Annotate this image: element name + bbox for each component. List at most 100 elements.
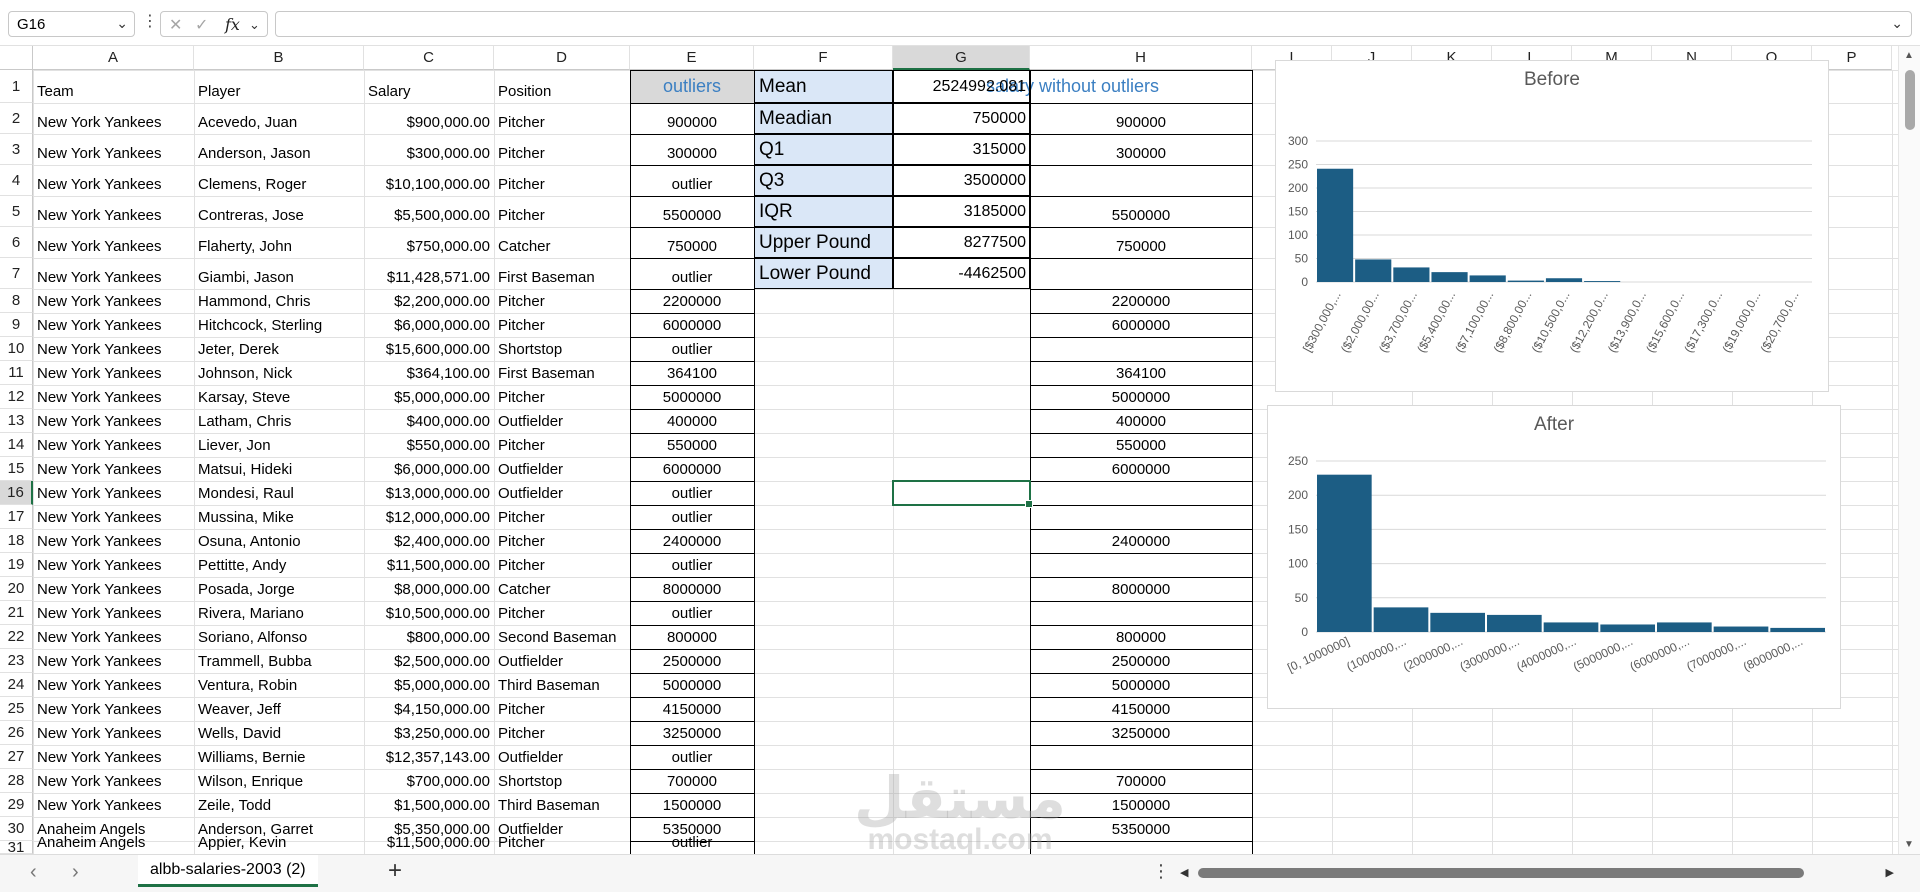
histogram-bar[interactable] — [1355, 259, 1392, 282]
row-header[interactable]: 27 — [0, 745, 33, 769]
histogram-bar[interactable] — [1317, 474, 1372, 632]
watermark: مستقل mostaql.com — [840, 769, 1080, 854]
selected-cell[interactable] — [892, 480, 1033, 508]
column-header-h[interactable]: H — [1030, 46, 1252, 70]
insert-function-icon[interactable]: fx — [225, 15, 240, 34]
cell-team: New York Yankees — [37, 238, 162, 255]
row-header[interactable]: 3 — [0, 134, 33, 165]
column-header-f[interactable]: F — [754, 46, 893, 70]
histogram-bar[interactable] — [1317, 168, 1354, 282]
histogram-bar[interactable] — [1600, 624, 1655, 632]
row-header[interactable]: 16 — [0, 481, 33, 505]
histogram-bar[interactable] — [1430, 612, 1485, 632]
row-header[interactable]: 19 — [0, 553, 33, 577]
histogram-bar[interactable] — [1543, 622, 1599, 632]
cell-team: New York Yankees — [37, 269, 162, 286]
cell-border — [630, 103, 755, 135]
column-header-b[interactable]: B — [194, 46, 364, 70]
row-header[interactable]: 12 — [0, 385, 33, 409]
row-header[interactable]: 29 — [0, 793, 33, 817]
row-header[interactable]: 24 — [0, 673, 33, 697]
histogram-bar[interactable] — [1713, 626, 1769, 632]
scroll-thumb[interactable] — [1905, 70, 1915, 130]
histogram-bar[interactable] — [1507, 280, 1544, 282]
add-sheet-icon[interactable]: + — [388, 857, 402, 885]
next-sheet-icon[interactable]: › — [72, 861, 79, 884]
expand-formula-icon[interactable]: ⌄ — [1891, 15, 1903, 32]
row-header[interactable]: 14 — [0, 433, 33, 457]
row-header[interactable]: 1 — [0, 70, 33, 103]
row-header[interactable]: 2 — [0, 103, 33, 134]
row-header[interactable]: 11 — [0, 361, 33, 385]
cell-player: Hitchcock, Sterling — [198, 317, 323, 334]
histogram-bar[interactable] — [1584, 281, 1621, 282]
row-header[interactable]: 23 — [0, 649, 33, 673]
cell-border — [1030, 70, 1253, 104]
row-header[interactable]: 6 — [0, 227, 33, 258]
scroll-up-icon[interactable]: ▲ — [1904, 50, 1914, 61]
row-header[interactable]: 8 — [0, 289, 33, 313]
cell-team: New York Yankees — [37, 317, 162, 334]
histogram-bar[interactable] — [1373, 607, 1429, 632]
scroll-thumb[interactable] — [1198, 868, 1804, 878]
scroll-left-icon[interactable]: ◀ — [1180, 866, 1188, 879]
scroll-right-icon[interactable]: ▶ — [1886, 866, 1894, 879]
name-box[interactable]: G16 ⌄ — [8, 11, 135, 37]
histogram-bar[interactable] — [1431, 272, 1468, 282]
sheet-tab[interactable]: albb-salaries-2003 (2) — [138, 855, 318, 887]
histogram-bar[interactable] — [1657, 622, 1712, 632]
histogram-before: 0 50 100 150 200 250 300 [$300,000,...($2,000,0… — [1288, 134, 1812, 355]
histogram-bar[interactable] — [1469, 275, 1506, 282]
cell-border — [1030, 577, 1253, 602]
chevron-down-icon[interactable]: ⌄ — [116, 15, 128, 32]
cell-player: Williams, Bernie — [198, 749, 306, 766]
row-header[interactable]: 25 — [0, 697, 33, 721]
row-header[interactable]: 31 — [0, 840, 33, 854]
histogram-bar[interactable] — [1770, 627, 1825, 632]
chevron-down-icon[interactable]: ⌄ — [249, 17, 260, 33]
vertical-scrollbar[interactable]: ▲ ▼ — [1898, 46, 1920, 854]
row-header[interactable]: 18 — [0, 529, 33, 553]
histogram-bar[interactable] — [1393, 267, 1430, 282]
row-header[interactable]: 28 — [0, 769, 33, 793]
more-options-icon[interactable]: ⋮ — [142, 12, 158, 32]
row-header[interactable]: 5 — [0, 196, 33, 227]
row-header[interactable]: 7 — [0, 258, 33, 289]
select-all-corner[interactable] — [0, 46, 33, 70]
column-header-g[interactable]: G — [893, 46, 1030, 70]
row-header[interactable]: 22 — [0, 625, 33, 649]
row-header[interactable]: 30 — [0, 817, 33, 841]
row-header[interactable]: 13 — [0, 409, 33, 433]
row-header[interactable]: 15 — [0, 457, 33, 481]
chart-after[interactable]: After 0 50 100 150 200 250 [0, 1000000] (100000… — [1267, 405, 1841, 709]
histogram-bar[interactable] — [1545, 278, 1583, 282]
horizontal-scrollbar[interactable]: ◀ ▶ — [1176, 865, 1896, 881]
cell-player: Pettitte, Andy — [198, 557, 287, 574]
row-header[interactable]: 4 — [0, 165, 33, 196]
column-header-d[interactable]: D — [494, 46, 630, 70]
row-header[interactable]: 20 — [0, 577, 33, 601]
cell-team: New York Yankees — [37, 629, 162, 646]
x-tick-label: ($10,500,0... — [1529, 289, 1573, 355]
column-header-c[interactable]: C — [364, 46, 494, 70]
column-header-e[interactable]: E — [630, 46, 754, 70]
row-header[interactable]: 21 — [0, 601, 33, 625]
row-header[interactable]: 17 — [0, 505, 33, 529]
cancel-icon[interactable]: ✕ — [169, 15, 182, 35]
scroll-down-icon[interactable]: ▼ — [1904, 839, 1914, 850]
histogram-bar[interactable] — [1487, 614, 1542, 632]
row-header[interactable]: 10 — [0, 337, 33, 361]
gridline-v — [1892, 70, 1893, 854]
enter-icon[interactable]: ✓ — [195, 15, 208, 35]
row-header[interactable]: 9 — [0, 313, 33, 337]
worksheet-grid[interactable]: ABCDEFGHIJKLMNOP 1 2 3 4 5 6 7 8 9 10 11 12 13 14 15 16… — [0, 46, 1898, 854]
more-options-icon[interactable]: ⋮ — [1152, 861, 1170, 882]
prev-sheet-icon[interactable]: ‹ — [30, 861, 37, 884]
cell-position: Shortstop — [498, 773, 563, 790]
formula-input[interactable]: ⌄ — [275, 11, 1912, 37]
chart-before[interactable]: Before 0 50 100 150 200 250 300 [$300,000,... ($… — [1275, 60, 1829, 392]
cell-salary: $5,500,000.00 — [394, 207, 490, 224]
cell-position: Outfielder — [498, 413, 564, 430]
column-header-a[interactable]: A — [33, 46, 194, 70]
row-header[interactable]: 26 — [0, 721, 33, 745]
